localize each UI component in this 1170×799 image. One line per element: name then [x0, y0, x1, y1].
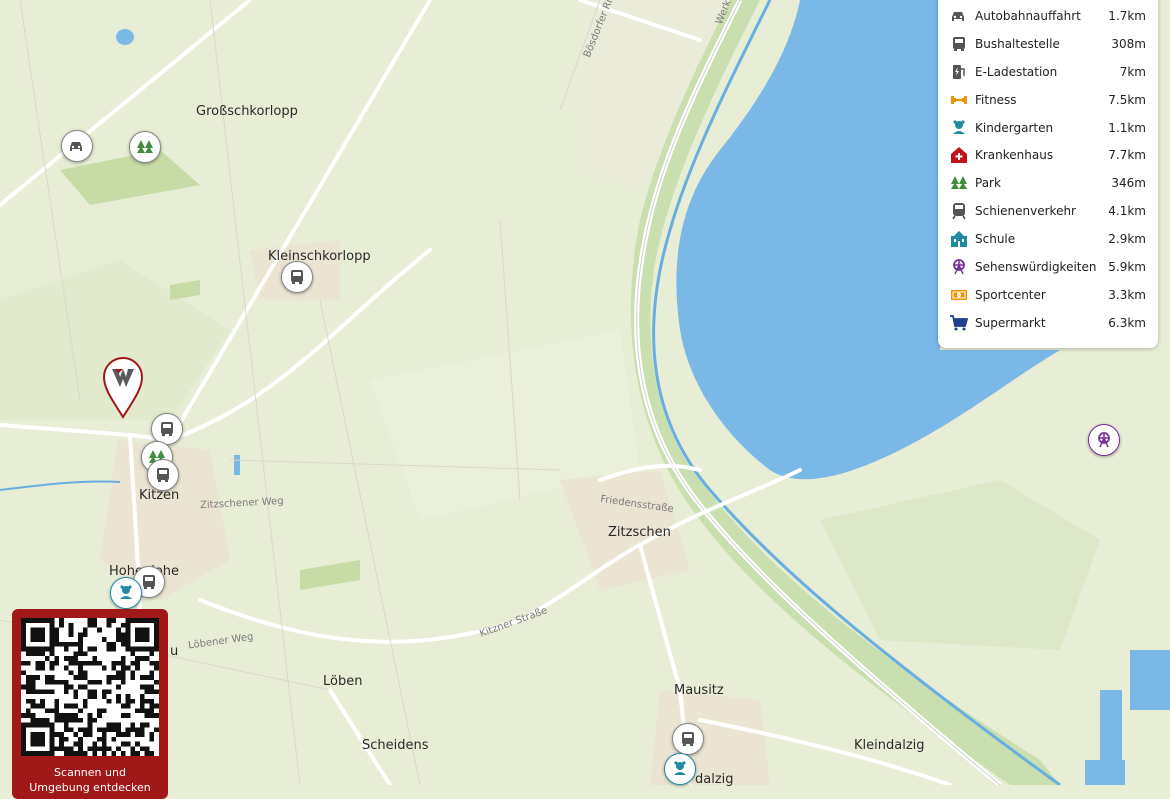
map-marker-motorway[interactable] — [61, 130, 93, 162]
qr-finder-pattern — [21, 722, 55, 756]
qr-caption-line1: Scannen und — [54, 766, 126, 779]
poi-name: Bushaltestelle — [975, 36, 1060, 51]
bus-icon — [157, 468, 169, 482]
town-label-loeben: Löben — [323, 674, 363, 689]
poi-name: Kindergarten — [975, 120, 1054, 135]
kindergarten-icon — [674, 761, 686, 775]
qr-code — [21, 618, 159, 756]
train-icon — [948, 201, 970, 221]
ev-charging-icon — [948, 62, 970, 82]
tree-icon — [948, 173, 970, 193]
qr-finder-pattern — [125, 618, 159, 652]
poi-name: Schienenverkehr — [975, 204, 1076, 219]
poi-name: Krankenhaus — [975, 148, 1054, 163]
poi-distance: 2.9km — [1108, 232, 1146, 247]
poi-row-supermarkt[interactable]: Supermarkt 6.3km — [948, 309, 1146, 337]
town-label-zitzschen: Zitzschen — [608, 525, 671, 540]
town-label-kleindalzig: Kleindalzig — [854, 738, 925, 753]
kindergarten-icon — [120, 585, 132, 599]
qr-code-pattern — [21, 618, 159, 756]
bus-icon — [291, 270, 303, 284]
qr-finder-pattern — [21, 618, 55, 652]
poi-name: Supermarkt — [975, 315, 1046, 330]
poi-row-schienenverkehr[interactable]: Schienenverkehr 4.1km — [948, 197, 1146, 225]
bus-icon — [682, 732, 694, 746]
poi-name: Schule — [975, 232, 1016, 247]
car-icon — [70, 142, 82, 151]
poi-name: Park — [975, 176, 1001, 191]
dumbbell-icon — [948, 90, 970, 110]
poi-distance: 308m — [1111, 36, 1146, 51]
town-label-grossschkorlopp: Großschkorlopp — [196, 104, 298, 119]
poi-row-krankenhaus[interactable]: Krankenhaus 7.7km — [948, 141, 1146, 169]
poi-distance: 1.7km — [1108, 8, 1146, 23]
bus-icon — [948, 34, 970, 54]
poi-name: Sehenswürdigkeiten — [975, 259, 1097, 274]
poi-row-kindergarten[interactable]: Kindergarten 1.1km — [948, 114, 1146, 142]
brand-logo-icon — [102, 357, 144, 419]
poi-name: Autobahnauffahrt — [975, 8, 1081, 23]
poi-distance: 7.7km — [1108, 148, 1146, 163]
town-label-kleinschkorlopp: Kleinschkorlopp — [268, 249, 371, 264]
poi-row-sportcenter[interactable]: Sportcenter 3.3km — [948, 281, 1146, 309]
hospital-icon — [948, 145, 970, 165]
map-marker-bus[interactable] — [672, 723, 704, 755]
map-marker-park[interactable] — [129, 131, 161, 163]
map-marker-kindergarten[interactable] — [110, 577, 142, 609]
poi-distance: 3.3km — [1108, 287, 1146, 302]
poi-row-schule[interactable]: Schule 2.9km — [948, 225, 1146, 253]
poi-row-sehenswuerdigkeiten[interactable]: Sehenswürdigkeiten 5.9km — [948, 253, 1146, 281]
kindergarten-icon — [948, 118, 970, 138]
poi-distance: 4.1km — [1108, 204, 1146, 219]
town-label-mausitz: Mausitz — [674, 683, 724, 698]
poi-distance-panel: Autobahnauffahrt 1.7km Bushaltestelle 30… — [938, 0, 1158, 348]
stadium-icon — [948, 285, 970, 305]
car-icon — [948, 6, 970, 26]
poi-distance: 1.1km — [1108, 120, 1146, 135]
poi-name: Sportcenter — [975, 287, 1046, 302]
poi-distance: 346m — [1111, 176, 1146, 191]
ferris-wheel-icon — [948, 257, 970, 277]
map-marker-kindergarten[interactable] — [664, 753, 696, 785]
cart-icon — [948, 313, 970, 333]
ferris-wheel-icon — [1098, 432, 1110, 448]
poi-row-park[interactable]: Park 346m — [948, 169, 1146, 197]
bus-icon — [161, 422, 173, 436]
poi-row-bushaltestelle[interactable]: Bushaltestelle 308m — [948, 30, 1146, 58]
poi-distance: 7.5km — [1108, 92, 1146, 107]
qr-caption-line2: Umgebung entdecken — [29, 781, 151, 794]
poi-row-fitness[interactable]: Fitness 7.5km — [948, 86, 1146, 114]
town-label-partial: u — [170, 644, 179, 659]
map-marker-attraction[interactable] — [1088, 424, 1120, 456]
poi-distance: 7km — [1119, 64, 1146, 79]
poi-distance: 5.9km — [1108, 259, 1146, 274]
poi-distance: 6.3km — [1108, 315, 1146, 330]
poi-row-autobahnauffahrt[interactable]: Autobahnauffahrt 1.7km — [948, 2, 1146, 30]
qr-code-card[interactable]: Scannen und Umgebung entdecken — [12, 609, 168, 799]
poi-row-e-ladestation[interactable]: E-Ladestation 7km — [948, 58, 1146, 86]
poi-name: E-Ladestation — [975, 64, 1058, 79]
poi-name: Fitness — [975, 92, 1017, 107]
school-icon — [948, 229, 970, 249]
map-marker-bus[interactable] — [281, 261, 313, 293]
bus-icon — [143, 575, 155, 589]
map-marker-bus[interactable] — [147, 459, 179, 491]
town-label-scheidens: Scheidens — [362, 738, 429, 753]
location-pin[interactable] — [102, 357, 144, 419]
qr-caption: Scannen und Umgebung entdecken — [12, 765, 168, 795]
tree-icon — [137, 140, 153, 153]
